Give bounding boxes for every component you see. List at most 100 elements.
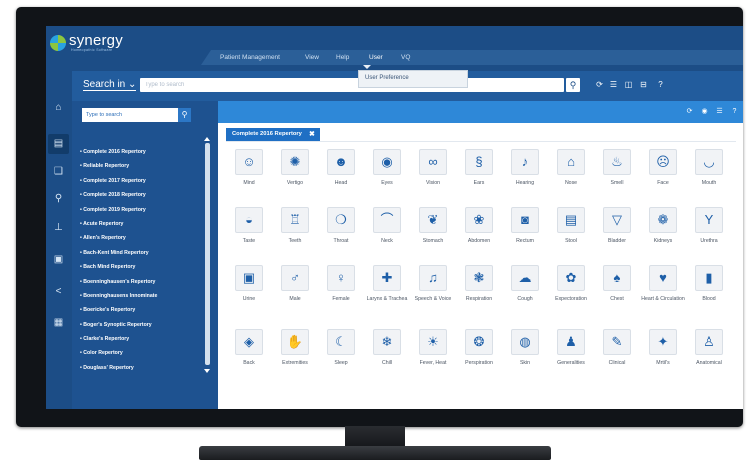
menu-help[interactable]: Help	[336, 54, 349, 61]
search-button[interactable]: ⚲	[566, 78, 580, 92]
document-icon[interactable]: ▤	[48, 134, 69, 154]
list-item[interactable]: • Boericke's Repertory	[80, 303, 200, 317]
chapter-abdomen[interactable]: ❀ Abdomen	[465, 207, 505, 269]
search-icon[interactable]: ⚲	[52, 192, 65, 205]
chapter-mrtils[interactable]: ✦ Mrtil's	[649, 329, 689, 391]
tune-icon[interactable]: ☰	[714, 106, 725, 117]
list-item[interactable]: • Complete 2018 Repertory	[80, 188, 200, 202]
chapter-vertigo[interactable]: ✺ Vertigo	[281, 149, 321, 211]
scroll-up-icon[interactable]	[204, 137, 210, 141]
list-item[interactable]: • Acute Repertory	[80, 217, 200, 231]
scroll-down-icon[interactable]	[204, 369, 210, 373]
list-item[interactable]: • Boenninghausens Innominate	[80, 289, 200, 303]
refresh-icon[interactable]: ⟳	[684, 106, 695, 117]
chapter-chest[interactable]: ♠ Chest	[603, 265, 643, 327]
chapter-ears[interactable]: § Ears	[465, 149, 505, 211]
list-item[interactable]: • Color Repertory	[80, 346, 200, 360]
list-item[interactable]: • Allen's Repertory	[80, 231, 200, 245]
chapter-mind[interactable]: ☺ Mind	[235, 149, 275, 211]
eye-icon[interactable]: ◉	[699, 106, 710, 117]
tab-complete-2016-repertory[interactable]: Complete 2016 Repertory ✖	[226, 128, 320, 141]
columns-icon[interactable]: ⊟	[638, 79, 649, 91]
chapter-smell[interactable]: ♨ Smell	[603, 149, 643, 211]
list-item[interactable]: • Clarke's Repertory	[80, 332, 200, 346]
list-item[interactable]: • Complete 2017 Repertory	[80, 174, 200, 188]
chapter-heart-circulation[interactable]: ♥ Heart & Circulation	[641, 265, 689, 327]
chapter-sleep[interactable]: ☾ Sleep	[327, 329, 367, 391]
global-search-input[interactable]	[140, 78, 564, 92]
chapter-neck[interactable]: ⌒ Neck	[373, 207, 413, 269]
chapter-anatomical[interactable]: ♙ Anatomical	[695, 329, 735, 391]
hierarchy-icon[interactable]: ⊥	[52, 221, 65, 234]
chapter-blood[interactable]: ▮ Blood	[695, 265, 735, 327]
chapter-respiration[interactable]: ❃ Respiration	[465, 265, 505, 327]
chapter-fever-heat[interactable]: ☀ Fever, Heat	[419, 329, 459, 391]
chapter-perspiration[interactable]: ❂ Perspiration	[465, 329, 505, 391]
list-item[interactable]: • Reliable Repertory	[80, 159, 200, 173]
chapter-generalities[interactable]: ♟ Generalities	[557, 329, 597, 391]
chapter-urethra[interactable]: Y Urethra	[695, 207, 735, 269]
chapter-female[interactable]: ♀ Female	[327, 265, 367, 327]
menu-view[interactable]: View	[305, 54, 319, 61]
chapter-nose[interactable]: ⌂ Nose	[557, 149, 597, 211]
menu-user-preference[interactable]: User Preference	[365, 75, 409, 81]
refresh-icon[interactable]: ⟳	[594, 79, 605, 91]
chapter-extremities[interactable]: ✋ Extremities	[281, 329, 321, 391]
repertory-search-button[interactable]: ⚲	[178, 108, 191, 122]
search-in-dropdown[interactable]: Search in ⌄	[83, 79, 137, 91]
help-icon[interactable]: ?	[655, 79, 666, 91]
fever-icon: ☀	[419, 329, 447, 355]
chapter-eyes[interactable]: ◉ Eyes	[373, 149, 413, 211]
pin-icon[interactable]: ◫	[623, 79, 634, 91]
chapter-back[interactable]: ◈ Back	[235, 329, 275, 391]
close-icon[interactable]: ✖	[309, 128, 315, 141]
chapter-clinical[interactable]: ✎ Clinical	[603, 329, 643, 391]
chapter-label: Ears	[473, 180, 485, 186]
book-icon[interactable]: ❑	[52, 165, 65, 178]
chapter-rectum[interactable]: ◙ Rectum	[511, 207, 551, 269]
list-item[interactable]: • Complete 2016 Repertory	[80, 145, 200, 159]
chapter-throat[interactable]: ❍ Throat	[327, 207, 367, 269]
chapter-stomach[interactable]: ❦ Stomach	[419, 207, 459, 269]
chapter-teeth[interactable]: ♖ Teeth	[281, 207, 321, 269]
repertory-scrollbar[interactable]	[205, 143, 210, 365]
chapter-label: Face	[657, 180, 669, 186]
chapter-vision[interactable]: ∞ Vision	[419, 149, 459, 211]
clipboard-icon[interactable]: ▦	[52, 316, 65, 329]
chapter-chill[interactable]: ❄ Chill	[373, 329, 413, 391]
hospital-icon[interactable]: ⌂	[52, 101, 65, 114]
repertory-search-input[interactable]	[82, 108, 178, 122]
list-item[interactable]: • Complete 2019 Repertory	[80, 203, 200, 217]
list-item[interactable]: • Bach-Kent Mind Repertory	[80, 246, 200, 260]
chapter-speech-voice[interactable]: ♫ Speech & Voice	[415, 265, 459, 327]
list-item[interactable]: • Boger's Synoptic Repertory	[80, 318, 200, 332]
share-icon[interactable]: <	[52, 285, 65, 298]
chapter-bladder[interactable]: ▽ Bladder	[603, 207, 643, 269]
chapter-stool[interactable]: ▤ Stool	[557, 207, 597, 269]
chapter-skin[interactable]: ◍ Skin	[511, 329, 551, 391]
chapter-hearing[interactable]: ♪ Hearing	[511, 149, 551, 211]
chapter-head[interactable]: ☻ Head	[327, 149, 367, 211]
tune-icon[interactable]: ☰	[608, 79, 619, 91]
chapter-expectoration[interactable]: ✿ Expectoration	[555, 265, 597, 327]
chapter-cough[interactable]: ☁ Cough	[511, 265, 551, 327]
chapter-urine[interactable]: ▣ Urine	[235, 265, 275, 327]
list-item[interactable]: • Boenninghausen's Repertory	[80, 275, 200, 289]
chapter-label: Extremities	[282, 360, 308, 366]
chapter-male[interactable]: ♂ Male	[281, 265, 321, 327]
card-icon[interactable]: ▣	[52, 253, 65, 266]
list-item[interactable]: • Bach Mind Repertory	[80, 260, 200, 274]
chapter-face[interactable]: ☹ Face	[649, 149, 689, 211]
chapter-larynx-trachea[interactable]: ✚ Larynx & Trachea	[367, 265, 413, 327]
chapter-kidneys[interactable]: ❁ Kidneys	[649, 207, 689, 269]
chapter-label: Eyes	[381, 180, 393, 186]
face-icon: ☹	[649, 149, 677, 175]
chapter-taste[interactable]: ◒ Taste	[235, 207, 275, 269]
menu-vq[interactable]: VQ	[401, 54, 410, 61]
menu-user[interactable]: User	[369, 54, 383, 61]
chapter-mouth[interactable]: ◡ Mouth	[695, 149, 735, 211]
help-icon[interactable]: ?	[729, 106, 740, 117]
list-item[interactable]: • Douglass' Repertory	[80, 361, 200, 375]
menu-patient-management[interactable]: Patient Management	[220, 54, 280, 61]
chapter-label: Clinical	[608, 360, 626, 366]
